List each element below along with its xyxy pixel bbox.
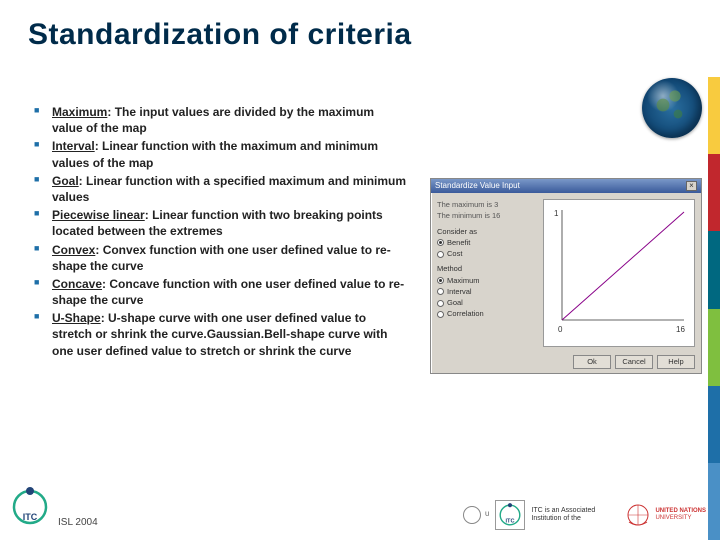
footer-right-logos: U ITC ITC is an Associated Institution o… <box>463 500 706 530</box>
ok-button[interactable]: Ok <box>573 355 611 369</box>
list-item: Interval: Linear function with the maxim… <box>38 138 408 170</box>
un-wreath-icon <box>625 502 651 528</box>
un-small-icon <box>463 506 481 524</box>
min-line: The minimum is 16 <box>437 210 537 221</box>
un-small-logo: U <box>463 506 489 524</box>
page-title: Standardization of criteria <box>28 18 412 52</box>
preview-chart: 1 0 16 <box>543 199 695 347</box>
consider-label: Consider as <box>437 226 537 237</box>
radio-maximum[interactable] <box>437 277 444 284</box>
list-item: Goal: Linear function with a specified m… <box>38 173 408 205</box>
footer: ITC ISL 2004 U ITC ITC is an Associated … <box>0 484 720 536</box>
radio-correlation[interactable] <box>437 311 444 318</box>
list-item: Convex: Convex function with one user de… <box>38 242 408 274</box>
list-item: Concave: Concave function with one user … <box>38 276 408 308</box>
footer-note: ISL 2004 <box>58 517 98 528</box>
svg-text:ITC: ITC <box>23 512 38 522</box>
itc-logo-icon: ITC <box>10 487 50 532</box>
radio-interval[interactable] <box>437 288 444 295</box>
x-axis-hi: 16 <box>676 325 685 334</box>
dialog-titlebar[interactable]: Standardize Value Input × <box>431 179 701 193</box>
radio-goal[interactable] <box>437 300 444 307</box>
max-line: The maximum is 3 <box>437 199 537 210</box>
cancel-button[interactable]: Cancel <box>615 355 653 369</box>
help-button[interactable]: Help <box>657 355 695 369</box>
decorative-stripe <box>708 0 720 540</box>
radio-benefit[interactable] <box>437 239 444 246</box>
svg-text:ITC: ITC <box>506 519 515 525</box>
associated-text: ITC is an Associated Institution of the <box>531 507 619 523</box>
standardize-dialog: Standardize Value Input × The maximum is… <box>430 178 702 374</box>
list-item: U-Shape: U-shape curve with one user def… <box>38 310 408 359</box>
list-item: Maximum: The input values are divided by… <box>38 104 408 136</box>
globe-icon <box>642 78 702 138</box>
dialog-title: Standardize Value Input <box>435 179 520 193</box>
x-axis-lo: 0 <box>558 325 563 334</box>
y-axis-hi: 1 <box>554 209 559 218</box>
bullet-list: Maximum: The input values are divided by… <box>38 104 408 361</box>
un-logo: UNITED NATIONS UNIVERSITY <box>625 502 706 528</box>
close-icon[interactable]: × <box>686 181 697 191</box>
radio-cost[interactable] <box>437 251 444 258</box>
method-label: Method <box>437 263 537 274</box>
list-item: Piecewise linear: Linear function with t… <box>38 207 408 239</box>
itc-box-logo: ITC <box>495 500 525 530</box>
